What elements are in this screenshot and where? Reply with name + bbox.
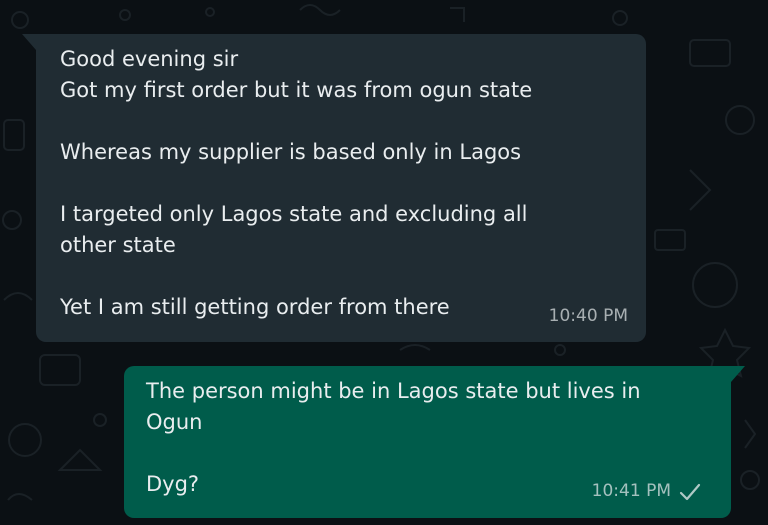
message-line: Good evening sir <box>60 47 239 71</box>
incoming-bubble-tail <box>22 34 36 50</box>
message-timestamp: 10:40 PM <box>548 306 628 326</box>
message-line: other state <box>60 233 176 257</box>
message-timestamp: 10:41 PM <box>591 481 671 501</box>
message-line: Ogun <box>146 410 203 434</box>
message-line: Whereas my supplier is based only in Lag… <box>60 140 522 164</box>
single-check-icon <box>679 483 701 500</box>
outgoing-message-bubble[interactable]: The person might be in Lagos state but l… <box>124 366 745 518</box>
outgoing-bubble-tail <box>731 366 745 382</box>
message-meta: 10:41 PM <box>592 476 701 507</box>
message-meta: 10:40 PM <box>549 301 628 332</box>
message-line: Got my first order but it was from ogun … <box>60 78 533 102</box>
incoming-message-bubble[interactable]: Good evening sir Got my first order but … <box>22 34 646 342</box>
message-line: Yet I am still getting order from there <box>60 295 450 319</box>
message-line: I targeted only Lagos state and excludin… <box>60 202 528 226</box>
message-line: The person might be in Lagos state but l… <box>146 379 641 403</box>
